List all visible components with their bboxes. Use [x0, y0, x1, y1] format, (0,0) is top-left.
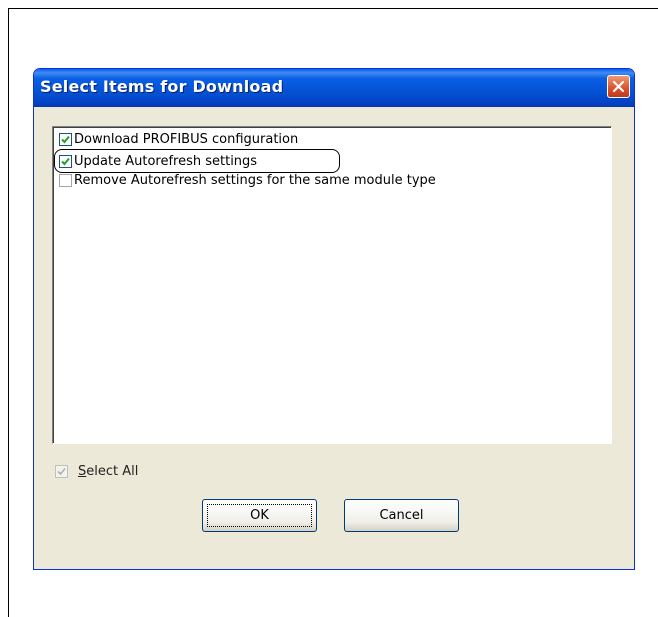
- select-all-label: Select All: [78, 464, 138, 479]
- check-icon: [61, 135, 70, 144]
- checkbox-update-autorefresh[interactable]: [59, 155, 72, 168]
- list-item-download-profibus[interactable]: Download PROFIBUS configuration: [59, 131, 298, 148]
- close-icon: [612, 80, 625, 93]
- list-item-update-autorefresh[interactable]: Update Autorefresh settings: [59, 153, 257, 170]
- cancel-button-label: Cancel: [379, 508, 424, 523]
- select-all-box[interactable]: [55, 465, 68, 478]
- title-bar[interactable]: Select Items for Download: [34, 69, 634, 107]
- list-item-remove-autorefresh[interactable]: Remove Autorefresh settings for the same…: [59, 172, 436, 189]
- frame-border-left: [8, 8, 9, 617]
- dialog-client-area: Download PROFIBUS configuration Update A…: [37, 107, 631, 566]
- list-item-label: Update Autorefresh settings: [74, 154, 258, 169]
- cancel-button[interactable]: Cancel: [344, 499, 459, 532]
- checkbox-remove-autorefresh[interactable]: [59, 174, 72, 187]
- list-item-label: Remove Autorefresh settings for the same…: [74, 173, 436, 188]
- frame-border-top: [8, 8, 658, 9]
- focus-rectangle: [207, 504, 312, 527]
- check-icon: [61, 157, 70, 166]
- select-items-dialog: Select Items for Download Download PROFI…: [33, 68, 635, 570]
- dialog-title: Select Items for Download: [40, 77, 284, 96]
- checkbox-download-profibus[interactable]: [59, 133, 72, 146]
- items-checklist[interactable]: Download PROFIBUS configuration Update A…: [52, 126, 612, 444]
- select-all-checkbox[interactable]: Select All: [55, 464, 138, 479]
- list-item-label: Download PROFIBUS configuration: [74, 132, 299, 147]
- check-icon: [57, 467, 66, 476]
- select-all-label-rest: elect All: [86, 464, 139, 479]
- close-button[interactable]: [607, 75, 630, 98]
- ok-button[interactable]: OK: [202, 499, 317, 532]
